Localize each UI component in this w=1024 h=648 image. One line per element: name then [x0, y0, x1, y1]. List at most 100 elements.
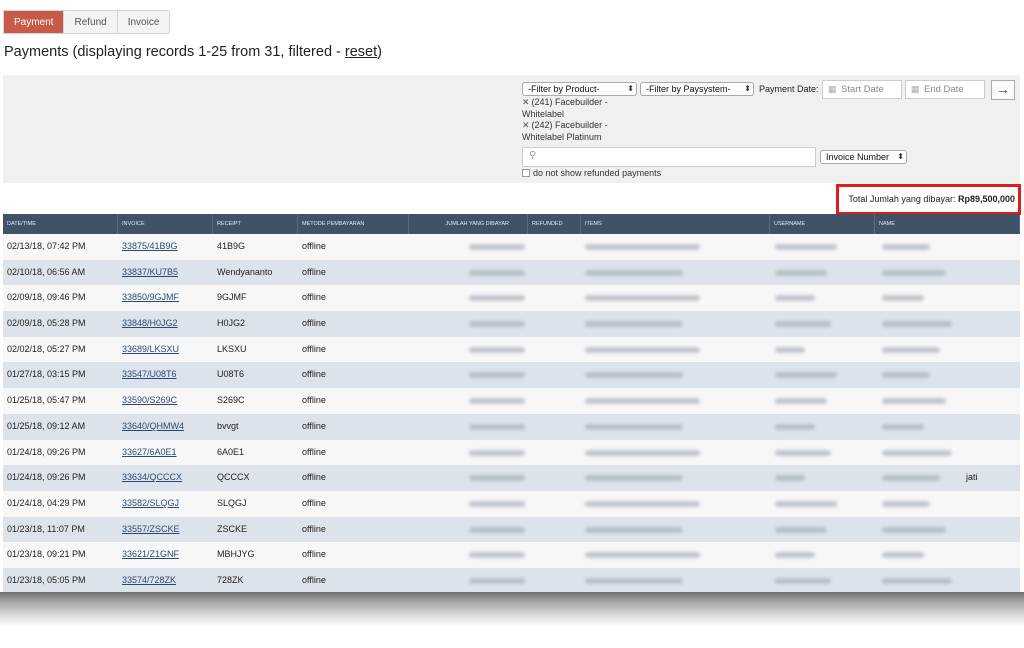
redacted-username	[775, 449, 831, 456]
apply-filter-button[interactable]: →	[991, 80, 1015, 100]
date-cell: 01/27/18, 03:15 PM	[7, 369, 86, 380]
tab-refund[interactable]: Refund	[64, 11, 118, 33]
table-row[interactable]: 01/23/18, 05:05 PM 33574/728ZK 728ZK offlin…	[3, 567, 1020, 592]
table-row[interactable]: 02/09/18, 05:28 PM 33848/H0JG2 H0JG2 offlin…	[3, 311, 1020, 337]
total-paid-value: Rp89,500,000	[957, 194, 1015, 204]
redacted-name	[882, 269, 946, 276]
redacted-username	[775, 295, 815, 302]
receipt-cell: Wendyananto	[217, 266, 273, 277]
invoice-link[interactable]: 33547/U08T6	[118, 362, 177, 388]
column-header[interactable]: Username	[770, 214, 875, 234]
invoice-link[interactable]: 33850/9GJMF	[118, 285, 179, 311]
date-cell: 01/24/18, 09:26 PM	[7, 446, 86, 457]
total-paid-box: Total Jumlah yang dibayar: Rp89,500,000	[836, 184, 1021, 215]
invoice-link[interactable]: 33640/QHMW4	[118, 414, 184, 440]
redacted-items	[585, 295, 700, 302]
tab-bar: Payment Refund Invoice	[3, 10, 171, 34]
redacted-items	[585, 244, 700, 250]
paysystem-filter-select[interactable]: -Filter by Paysystem-	[640, 82, 754, 96]
table-row[interactable]: 01/27/18, 03:15 PM 33547/U08T6 U08T6 offlin…	[3, 362, 1020, 389]
redacted-amount	[469, 526, 525, 533]
column-header[interactable]: Invoice	[118, 214, 213, 234]
search-field-select[interactable]: Invoice Number	[820, 150, 907, 164]
redacted-name	[882, 244, 930, 250]
column-header[interactable]: Date/Time	[3, 214, 118, 234]
redacted-username	[775, 244, 837, 250]
calendar-icon: ▦	[911, 84, 920, 94]
invoice-link[interactable]: 33689/LKSXU	[118, 337, 179, 363]
invoice-link[interactable]: 33634/QCCCX	[118, 465, 182, 491]
table-body: 02/13/18, 07:42 PM 33875/41B9G 41B9G offlin…	[3, 234, 1020, 592]
redacted-name	[882, 449, 952, 456]
redacted-name	[882, 500, 930, 507]
page-title-suffix: )	[377, 44, 382, 60]
reset-link[interactable]: reset	[345, 44, 377, 60]
payment-method-cell: offline	[302, 446, 326, 457]
invoice-link[interactable]: 33582/SLQGJ	[118, 491, 179, 517]
table-header: Date/Time Invoice Receipt Metode Pembayaran…	[3, 214, 1020, 234]
column-header[interactable]: Jumlah yang dibayar	[409, 214, 528, 234]
search-box: ⚲	[522, 147, 816, 167]
tab-payment[interactable]: Payment	[4, 11, 65, 33]
invoice-link[interactable]: 33621/Z1GNF	[118, 542, 179, 568]
remove-icon[interactable]: ✕	[522, 97, 530, 107]
column-header[interactable]: Refunded	[528, 214, 581, 234]
table-row[interactable]: 01/23/18, 09:21 PM 33621/Z1GNF MBHJYG offli…	[3, 542, 1020, 568]
payment-method-cell: offline	[302, 318, 326, 329]
redacted-items	[585, 372, 683, 379]
redacted-amount	[469, 269, 525, 276]
hide-refunded-checkbox[interactable]	[522, 169, 530, 177]
search-icon: ⚲	[529, 150, 537, 161]
remove-icon[interactable]: ✕	[522, 120, 530, 130]
date-cell: 02/10/18, 06:56 AM	[7, 266, 86, 277]
receipt-cell: 728ZK	[217, 574, 244, 585]
date-cell: 01/25/18, 09:12 AM	[7, 420, 86, 431]
table-row[interactable]: 02/09/18, 09:46 PM 33850/9GJMF 9GJMF offlin…	[3, 285, 1020, 312]
receipt-cell: MBHJYG	[217, 549, 255, 560]
table-row[interactable]: 02/02/18, 05:27 PM 33689/LKSXU LKSXU offlin…	[3, 336, 1020, 363]
calendar-icon: ▦	[828, 84, 837, 94]
table-row[interactable]: 01/25/18, 09:12 AM 33640/QHMW4 bvvgt offlin…	[3, 413, 1020, 440]
selected-product-chip: ✕ (242) Facebuilder - Whitelabel Platinum	[522, 120, 622, 143]
table-row[interactable]: 02/10/18, 06:56 AM 33837/KU7B5 Wendyananto…	[3, 259, 1020, 286]
start-date-input[interactable]: ▦ Start Date	[822, 80, 902, 99]
table-row[interactable]: 02/13/18, 07:42 PM 33875/41B9G 41B9G offlin…	[3, 234, 1020, 260]
receipt-cell: LKSXU	[217, 343, 247, 354]
tab-invoice[interactable]: Invoice	[117, 11, 170, 33]
table-row[interactable]: 01/25/18, 05:47 PM 33590/S269C S269C offlin…	[3, 388, 1020, 414]
search-input[interactable]	[543, 149, 811, 165]
payment-method-cell: offline	[302, 497, 326, 508]
invoice-link[interactable]: 33848/H0JG2	[118, 311, 178, 337]
redacted-amount	[469, 295, 525, 302]
table-row[interactable]: 01/24/18, 09:26 PM 33634/QCCCX QCCCX offlin…	[3, 465, 1020, 491]
column-header[interactable]: Name	[875, 214, 1020, 234]
redacted-username	[775, 269, 827, 276]
receipt-cell: 6A0E1	[217, 446, 245, 457]
table-row[interactable]: 01/24/18, 09:26 PM 33627/6A0E1 6A0E1 offlin…	[3, 439, 1020, 466]
bottom-shadow	[0, 592, 1024, 626]
invoice-link[interactable]: 33590/S269C	[118, 388, 177, 414]
redacted-username	[775, 526, 827, 533]
redacted-items	[585, 398, 700, 405]
redacted-name	[882, 372, 930, 379]
date-cell: 01/23/18, 11:07 PM	[7, 523, 85, 534]
invoice-link[interactable]: 33875/41B9G	[118, 234, 178, 260]
column-header[interactable]: Metode Pembayaran	[298, 214, 409, 234]
end-date-input[interactable]: ▦ End Date	[905, 80, 985, 99]
payment-method-cell: offline	[302, 523, 326, 534]
redacted-items	[585, 321, 683, 328]
invoice-link[interactable]: 33627/6A0E1	[118, 440, 177, 466]
invoice-link[interactable]: 33837/KU7B5	[118, 260, 178, 286]
page-title: Payments (displaying records 1-25 from 3…	[4, 44, 382, 60]
product-filter-select[interactable]: -Filter by Product-	[522, 82, 637, 96]
invoice-link[interactable]: 33557/ZSCKE	[118, 517, 180, 543]
invoice-link[interactable]: 33574/728ZK	[118, 568, 176, 592]
selected-products: ✕ (241) Facebuilder - Whitelabel ✕ (242) F…	[522, 97, 622, 143]
column-header[interactable]: Receipt	[213, 214, 298, 234]
column-header[interactable]: Items	[581, 214, 770, 234]
table-row[interactable]: 01/24/18, 04:29 PM 33582/SLQGJ SLQGJ offlin…	[3, 490, 1020, 517]
redacted-username	[775, 321, 831, 328]
receipt-cell: bvvgt	[217, 420, 239, 431]
redacted-items	[585, 269, 683, 276]
table-row[interactable]: 01/23/18, 11:07 PM 33557/ZSCKE ZSCKE offlin…	[3, 516, 1020, 543]
